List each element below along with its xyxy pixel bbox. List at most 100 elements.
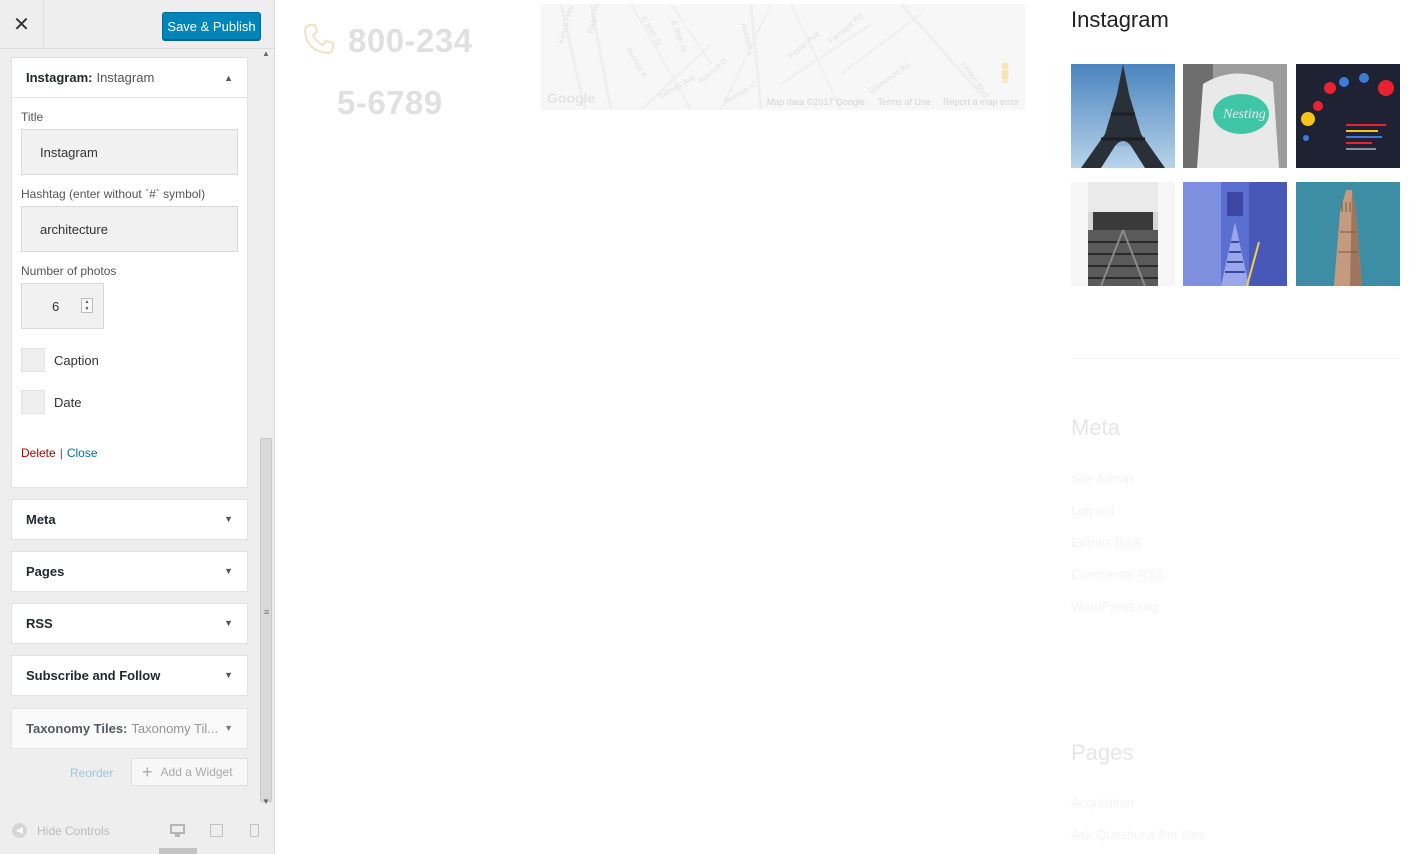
rss-abbr: RSS (1115, 535, 1142, 550)
widget-meta[interactable]: Meta ▼ (11, 499, 248, 540)
map-street-label: E 96th St (669, 20, 689, 55)
title-input[interactable]: Instagram (21, 129, 238, 175)
close-widget-link[interactable]: Close (67, 446, 98, 460)
entries-label: Entries (1071, 535, 1112, 550)
photos-count-spinner[interactable]: ▲ ▼ (81, 298, 93, 313)
reorder-link[interactable]: Reorder (70, 766, 113, 780)
hashtag-label: Hashtag (enter without `#` symbol) (21, 187, 206, 201)
caption-checkbox[interactable] (21, 348, 45, 372)
instagram-widget-title: Instagram (1071, 7, 1169, 32)
customizer-footer: ◀ Hide Controls (0, 809, 274, 854)
map-terms-link[interactable]: Terms of Use (877, 97, 930, 107)
scroll-down-icon[interactable]: ▼ (262, 797, 270, 806)
caption-label: Caption (54, 352, 99, 368)
map-street-label: E 80th St (639, 15, 664, 49)
caret-down-icon[interactable]: ▼ (224, 514, 233, 524)
widget-divider (1071, 358, 1401, 359)
widget-taxonomy-tiles[interactable]: Taxonomy Tiles: Taxonomy Til... ▼ (11, 708, 248, 749)
widget-rss[interactable]: RSS ▼ (11, 603, 248, 644)
page-link[interactable]: Acquisition (1071, 795, 1134, 810)
phone-number-line2: 5-6789 (337, 84, 443, 121)
desktop-preview-icon[interactable] (170, 824, 185, 838)
widgets-panel: Instagram: Instagram ▲ Title Instagram H… (0, 49, 258, 809)
grip-icon: ≡ (264, 607, 269, 617)
meta-heading: Meta (1071, 415, 1120, 440)
phone-icon (303, 23, 335, 55)
instagram-widget-header[interactable]: Instagram: Instagram ▲ (12, 58, 247, 98)
page-link[interactable]: Ask Questions Per Nee (1071, 827, 1206, 842)
caret-down-icon[interactable]: ▼ (224, 723, 233, 733)
instagram-widget: Instagram: Instagram ▲ Title Instagram H… (11, 57, 248, 488)
widget-rss-label: RSS (26, 616, 53, 631)
spinner-up-icon[interactable]: ▲ (82, 299, 92, 306)
map-canvas: King's Hwy Ralph Ave Avenue KE 80th St E 96… (556, 4, 991, 110)
widget-meta-label: Meta (26, 512, 56, 527)
site-admin-link[interactable]: Site Admin (1071, 471, 1133, 486)
instagram-photo[interactable]: Nesting (1183, 64, 1287, 168)
widget-actions: Delete | Close (21, 446, 238, 460)
widget-title: Instagram: (26, 70, 93, 85)
pegman-icon[interactable] (999, 62, 1011, 84)
collapse-icon: ◀ (12, 823, 27, 838)
map-street-label: Avenue N (723, 80, 758, 105)
instagram-photo[interactable] (1296, 64, 1400, 168)
tablet-preview-icon[interactable] (210, 824, 224, 838)
spinner-down-icon[interactable]: ▼ (82, 306, 92, 313)
hide-controls-button[interactable]: ◀ Hide Controls (12, 823, 110, 838)
photos-count-input[interactable]: 6 ▲ ▼ (21, 283, 104, 329)
google-map[interactable]: King's Hwy Ralph Ave Avenue KE 80th St E 96… (541, 4, 1025, 110)
scrollbar-thumb[interactable]: ≡ (260, 438, 272, 802)
widget-pages[interactable]: Pages ▼ (11, 551, 248, 592)
map-street-label: Ralph Ave (586, 4, 602, 34)
phone-number-line1: 800-234 (348, 22, 473, 59)
customizer-header: ✕ Save & Publish (0, 0, 274, 49)
map-data-text: Map data ©2017 Google (766, 97, 865, 107)
title-label: Title (21, 110, 44, 124)
widget-subscribe-follow[interactable]: Subscribe and Follow ▼ (11, 655, 248, 696)
map-street-label: Avenue D (697, 56, 730, 86)
active-device-indicator (159, 848, 197, 854)
hide-controls-label: Hide Controls (37, 823, 110, 838)
widget-taxonomy-label: Taxonomy Tiles: (26, 721, 128, 736)
link-separator: | (59, 446, 63, 460)
instagram-widget-form: Title Instagram Hashtag (enter without `… (12, 110, 247, 460)
widget-pages-label: Pages (26, 564, 65, 579)
sidebar-scrollbar[interactable]: ▲ ≡ ▼ (259, 49, 273, 809)
customizer-sidebar: ✕ Save & Publish Instagram: Instagram ▲ … (0, 0, 275, 854)
delete-widget-link[interactable]: Delete (21, 446, 56, 460)
pages-heading: Pages (1071, 740, 1134, 765)
add-widget-button[interactable]: + Add a Widget (131, 758, 248, 786)
caret-down-icon[interactable]: ▼ (224, 566, 233, 576)
caret-down-icon[interactable]: ▼ (224, 670, 233, 680)
mobile-preview-icon[interactable] (250, 824, 264, 838)
scroll-up-icon[interactable]: ▲ (262, 49, 270, 58)
instagram-photo[interactable] (1071, 64, 1175, 168)
photos-count-label: Number of photos (21, 264, 117, 278)
widget-taxonomy-sub: Taxonomy Til... (131, 721, 219, 736)
date-label: Date (54, 394, 82, 410)
map-report-link[interactable]: Report a map error (943, 97, 1019, 107)
plus-icon: + (142, 762, 153, 782)
instagram-photo[interactable] (1296, 182, 1400, 286)
date-option: Date (21, 390, 238, 414)
log-out-link[interactable]: Log out (1071, 503, 1114, 518)
rss-abbr: RSS (1137, 567, 1165, 582)
wordpress-org-link[interactable]: WordPress.org (1071, 599, 1157, 614)
close-icon: ✕ (13, 14, 30, 36)
caret-down-icon[interactable]: ▼ (224, 618, 233, 628)
entries-rss-link[interactable]: Entries RSS (1071, 535, 1142, 550)
instagram-photo[interactable] (1071, 182, 1175, 286)
save-publish-button[interactable]: Save & Publish (162, 12, 261, 40)
hashtag-input[interactable]: architecture (21, 206, 238, 252)
caret-up-icon[interactable]: ▲ (224, 73, 233, 83)
map-street-label: Glenwood Rd (867, 60, 912, 95)
map-street-label: King's Hwy (556, 4, 575, 44)
svg-text:Nesting: Nesting (1222, 107, 1266, 122)
comments-rss-link[interactable]: Comments RSS (1071, 567, 1164, 582)
instagram-photo[interactable] (1183, 182, 1287, 286)
comments-label: Comments (1071, 567, 1134, 582)
map-street-label: Avenue K (624, 46, 649, 81)
add-widget-label: Add a Widget (160, 765, 233, 779)
close-customizer-button[interactable]: ✕ (0, 0, 44, 49)
date-checkbox[interactable] (21, 390, 45, 414)
